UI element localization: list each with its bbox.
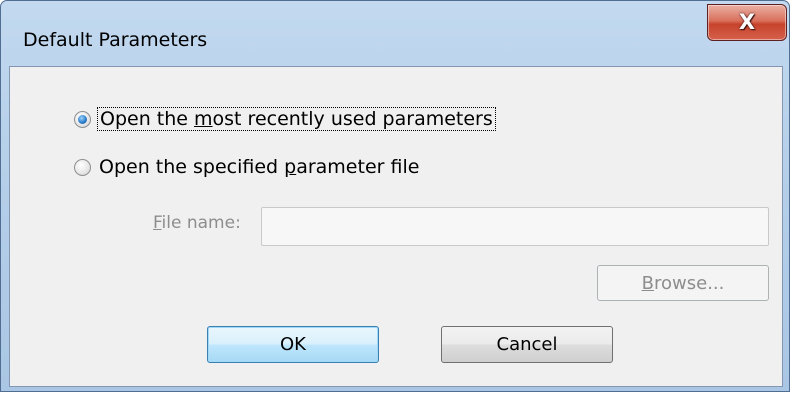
- option-recent-row[interactable]: Open the most recently used parameters: [74, 107, 496, 131]
- file-name-input[interactable]: [261, 207, 769, 246]
- option-recent-label[interactable]: Open the most recently used parameters: [97, 107, 496, 131]
- dialog-window: Default Parameters X Open the most recen…: [0, 0, 790, 392]
- dialog-content: Open the most recently used parameters O…: [9, 66, 783, 387]
- radio-recent[interactable]: [74, 110, 91, 128]
- radio-specified[interactable]: [74, 158, 91, 176]
- file-name-label: File name:: [153, 213, 241, 233]
- browse-button[interactable]: Browse...: [597, 265, 769, 301]
- close-button[interactable]: X: [707, 4, 787, 41]
- option-specified-label[interactable]: Open the specified parameter file: [97, 156, 421, 178]
- cancel-button[interactable]: Cancel: [441, 326, 613, 363]
- window-title: Default Parameters: [23, 29, 208, 51]
- close-icon: X: [738, 10, 756, 34]
- ok-button[interactable]: OK: [207, 326, 379, 363]
- option-specified-row[interactable]: Open the specified parameter file: [74, 156, 421, 178]
